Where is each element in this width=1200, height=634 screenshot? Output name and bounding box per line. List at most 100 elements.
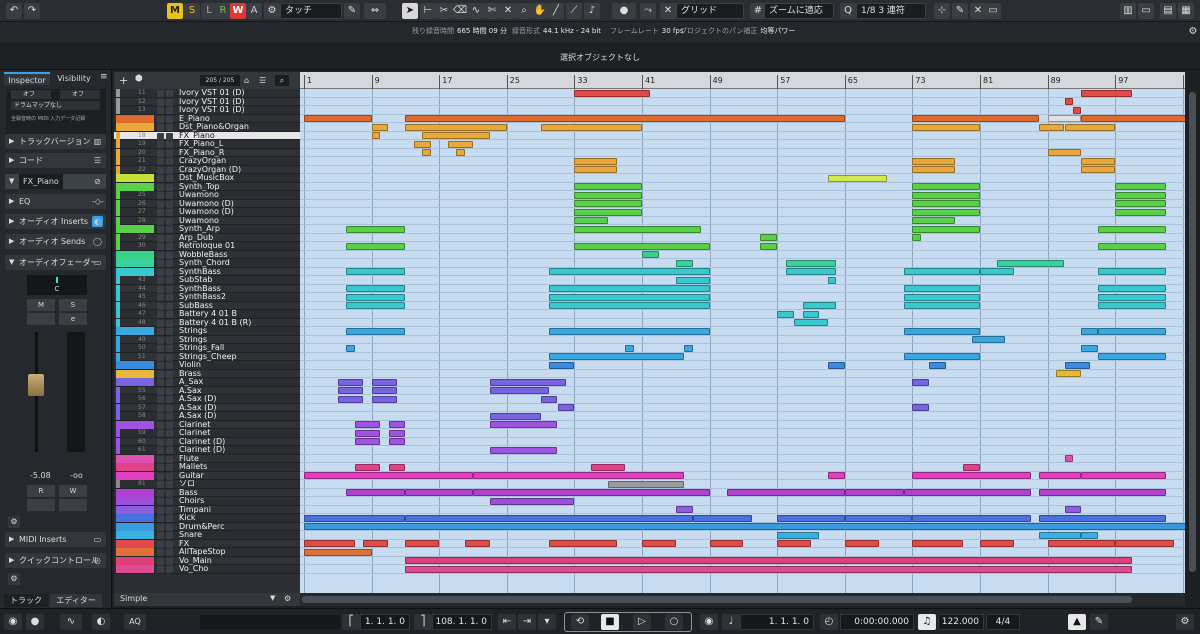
window-bottom-icon[interactable]: ▭: [1138, 3, 1154, 19]
tab-visibility[interactable]: Visibility: [52, 72, 96, 85]
metronome-settings-icon[interactable]: ✎: [1090, 614, 1108, 630]
quantize-select[interactable]: 1/8 3 連符: [856, 3, 926, 19]
event-clip[interactable]: [591, 463, 626, 471]
event-clip[interactable]: [827, 174, 888, 182]
event-clip[interactable]: [1064, 123, 1116, 131]
track-solo-button[interactable]: [166, 166, 173, 174]
event-clip[interactable]: [625, 344, 634, 352]
track-mute-button[interactable]: [157, 481, 164, 488]
track-solo-button[interactable]: [166, 115, 173, 123]
event-clip[interactable]: [413, 140, 431, 148]
track-solo-button[interactable]: [166, 404, 173, 412]
event-clip[interactable]: [574, 208, 642, 216]
event-clip[interactable]: [1064, 98, 1073, 106]
solo-button[interactable]: S: [184, 3, 200, 19]
track-solo-button[interactable]: [166, 302, 173, 310]
track-solo-button[interactable]: [166, 209, 173, 216]
cycle-record-icon[interactable]: ●: [26, 614, 44, 630]
fader-edit-button[interactable]: e: [59, 313, 87, 325]
track-solo-button[interactable]: [166, 532, 173, 539]
track-row[interactable]: 81 ソロ: [114, 479, 300, 489]
quantize-edit-icon[interactable]: ✎: [952, 3, 968, 19]
event-clip[interactable]: [549, 361, 575, 369]
event-clip[interactable]: [1039, 514, 1166, 522]
event-clip[interactable]: [346, 293, 406, 301]
track-mute-button[interactable]: [157, 430, 164, 437]
track-mute-button[interactable]: [157, 447, 164, 454]
metronome-sync-icon[interactable]: ◉: [700, 614, 718, 630]
track-solo-button[interactable]: [166, 175, 173, 182]
event-clip[interactable]: [1098, 285, 1166, 293]
track-mute-button[interactable]: [157, 498, 164, 505]
track-mute-button[interactable]: [157, 277, 164, 284]
event-clip[interactable]: [388, 429, 406, 437]
event-clip[interactable]: [912, 217, 955, 225]
line-tool-icon[interactable]: ⟋: [566, 3, 582, 19]
event-clip[interactable]: [802, 302, 837, 310]
event-clip[interactable]: [1098, 327, 1166, 335]
event-clip[interactable]: [963, 463, 980, 471]
track-mute-button[interactable]: [157, 379, 164, 386]
event-clip[interactable]: [489, 387, 550, 395]
tempo[interactable]: 122.000: [938, 614, 984, 630]
glue-tool-icon[interactable]: ∿: [468, 3, 484, 19]
right-locator[interactable]: 108. 1. 1. 0: [432, 614, 492, 630]
event-clip[interactable]: [337, 395, 364, 403]
track-mute-button[interactable]: [157, 192, 164, 199]
event-clip[interactable]: [489, 412, 541, 420]
automation-button[interactable]: A: [246, 3, 262, 19]
fader-lock-button[interactable]: [59, 499, 87, 511]
track-mute-button[interactable]: [157, 319, 164, 327]
event-clip[interactable]: [346, 327, 406, 335]
track-mute-button[interactable]: [157, 260, 164, 267]
event-clip[interactable]: [827, 276, 837, 284]
track-solo-button[interactable]: [166, 124, 173, 131]
event-clip[interactable]: [777, 514, 845, 522]
event-clip[interactable]: [827, 472, 845, 480]
track-mute-button[interactable]: [157, 532, 164, 539]
sec-audio-inserts[interactable]: ▶ オーディオ Inserts ◐: [5, 214, 106, 229]
event-clip[interactable]: [912, 234, 921, 242]
event-clip[interactable]: [1081, 115, 1185, 123]
track-row[interactable]: 51 Strings_Cheep: [114, 352, 300, 361]
settings-icon[interactable]: ▭: [985, 3, 1001, 19]
event-clip[interactable]: [903, 489, 1031, 497]
list-icon[interactable]: ☰: [259, 75, 270, 86]
track-mute-button[interactable]: [157, 566, 164, 573]
event-clip[interactable]: [1039, 489, 1166, 497]
event-clip[interactable]: [574, 200, 642, 208]
track-solo-button[interactable]: [166, 549, 173, 556]
event-clip[interactable]: [337, 387, 364, 395]
track-mute-button[interactable]: [157, 243, 164, 250]
track-mute-button[interactable]: [157, 115, 164, 123]
event-clip[interactable]: [405, 514, 693, 522]
position-time[interactable]: 0:00:00.000: [840, 614, 914, 630]
event-clip[interactable]: [346, 489, 406, 497]
record-mode-icon[interactable]: ◉: [4, 614, 22, 630]
track-mute-button[interactable]: [157, 234, 164, 242]
track-solo-button[interactable]: [166, 362, 173, 369]
track-mute-button[interactable]: [157, 124, 164, 131]
track-mute-button[interactable]: [157, 515, 164, 522]
event-clip[interactable]: [912, 514, 1031, 522]
sec-chord[interactable]: ▶ コード ☰: [5, 153, 106, 168]
event-clip[interactable]: [304, 540, 355, 548]
event-clip[interactable]: [574, 166, 617, 174]
track-solo-button[interactable]: [166, 430, 173, 437]
event-clip[interactable]: [1115, 200, 1166, 208]
track-solo-button[interactable]: [166, 260, 173, 267]
track-solo-button[interactable]: [166, 447, 173, 454]
event-clip[interactable]: [388, 438, 406, 446]
event-clip[interactable]: [903, 268, 980, 276]
event-clip[interactable]: [827, 361, 845, 369]
event-clip[interactable]: [346, 344, 355, 352]
track-solo-button[interactable]: [166, 328, 173, 335]
info-settings-icon[interactable]: ⚙: [1188, 24, 1198, 40]
track-mute-button[interactable]: [157, 523, 164, 531]
track-mute-button[interactable]: [157, 90, 164, 97]
track-row[interactable]: Brass: [114, 369, 300, 378]
event-clip[interactable]: [1115, 183, 1166, 191]
edit-icon[interactable]: ⊘: [92, 176, 103, 187]
event-clip[interactable]: [760, 242, 778, 250]
track-mute-button[interactable]: [157, 404, 164, 412]
